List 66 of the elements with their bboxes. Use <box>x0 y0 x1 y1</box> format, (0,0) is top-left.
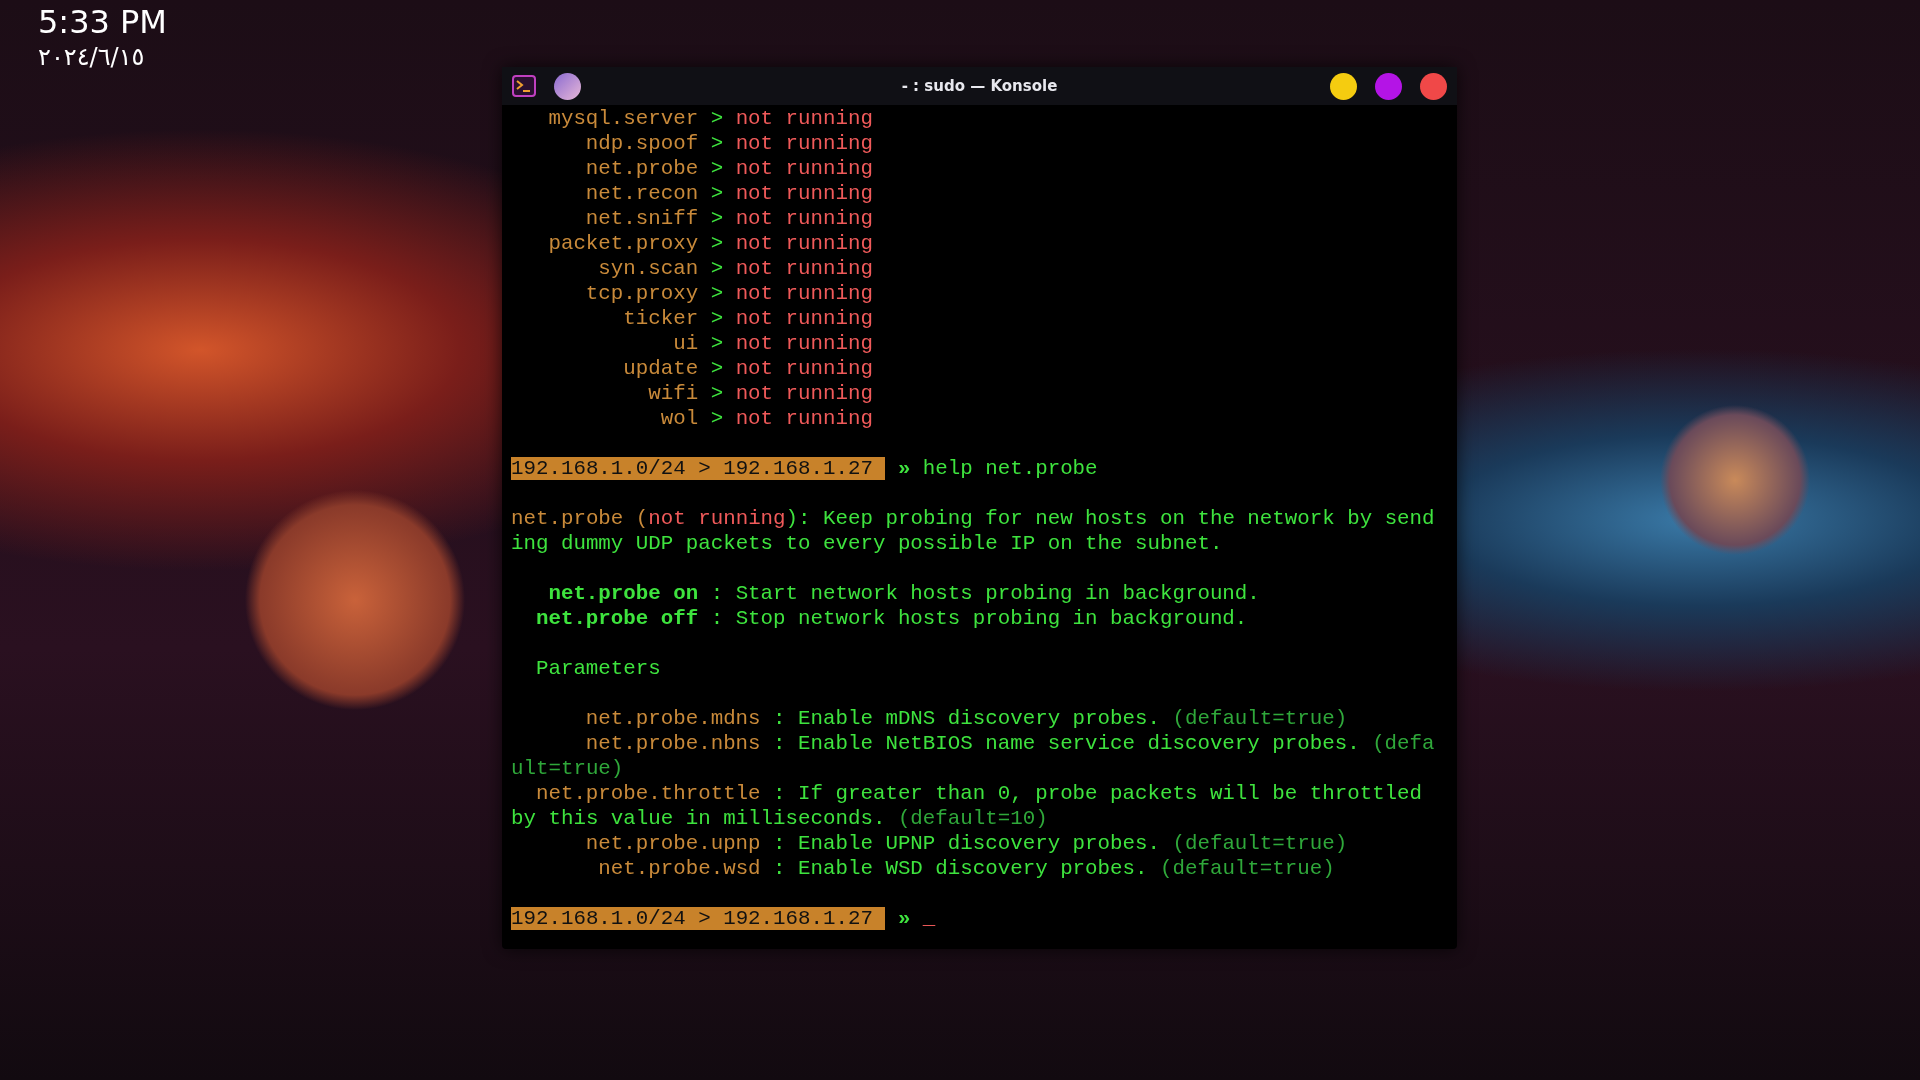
parameter-help-text: net.probe.throttle : If greater than 0, probe packets will be throttled by this value in milliseconds. (default=10) <box>511 781 1424 831</box>
module-name: net.sniff <box>584 206 699 231</box>
prompt-badge: 192.168.1.0/24 > 192.168.1.27 <box>511 457 886 480</box>
parameter-help-text: net.probe.wsd : Enable WSD discovery probes. (default=true) <box>597 856 1336 881</box>
status-text: not running <box>735 257 873 280</box>
section-heading: Parameters <box>534 657 661 680</box>
separator: > <box>710 257 724 280</box>
module-name: wifi <box>647 381 699 406</box>
maximize-button[interactable] <box>1375 72 1402 100</box>
status-text: not running <box>735 157 873 180</box>
separator: > <box>710 132 724 155</box>
separator: : <box>710 607 724 630</box>
prompt-symbol: » <box>897 457 911 480</box>
status-text: not running <box>735 407 873 430</box>
status-text: not running <box>735 307 873 330</box>
close-button[interactable] <box>1420 72 1447 100</box>
status-text: not running <box>735 182 873 205</box>
separator: > <box>710 182 724 205</box>
separator: : <box>710 582 724 605</box>
module-name: tcp.proxy <box>584 281 699 306</box>
clock-date: ٢٠٢٤/٦/١٥ <box>38 42 146 72</box>
separator: > <box>710 407 724 430</box>
help-text: net.probe (not running): Keep probing for new hosts on the network by sending dummy UDP packets to every possible IP on the subnet. <box>511 506 1436 556</box>
module-name: net.recon <box>584 181 699 206</box>
command-name: net.probe on <box>547 581 699 606</box>
module-name: packet.proxy <box>547 231 699 256</box>
module-name: mysql.server <box>547 106 699 131</box>
module-name: wol <box>659 406 699 431</box>
separator: > <box>710 382 724 405</box>
status-text: not running <box>735 232 873 255</box>
prompt-badge: 192.168.1.0/24 > 192.168.1.27 <box>511 907 886 930</box>
parameter-help-text: net.probe.mdns : Enable mDNS discovery probes. (default=true) <box>584 706 1349 731</box>
cursor: _ <box>922 907 936 930</box>
minimize-button[interactable] <box>1330 72 1357 100</box>
clock-time: 5:33 PM <box>38 2 167 42</box>
module-name: ui <box>672 331 699 356</box>
module-name: net.probe <box>584 156 699 181</box>
status-text: not running <box>735 357 873 380</box>
terminal-icon[interactable] <box>512 75 536 97</box>
pin-button[interactable] <box>554 72 581 100</box>
status-text: not running <box>735 107 873 130</box>
status-text: not running <box>735 132 873 155</box>
module-name: ndp.spoof <box>584 131 699 156</box>
separator: > <box>710 232 724 255</box>
description-text: Start network hosts probing in background. <box>735 582 1260 605</box>
separator: > <box>710 332 724 355</box>
command-text: help net.probe <box>922 457 1098 480</box>
status-text: not running <box>735 207 873 230</box>
parameter-help-text: net.probe.upnp : Enable UPNP discovery probes. (default=true) <box>584 831 1349 856</box>
status-text: not running <box>735 382 873 405</box>
module-name: update <box>622 356 699 381</box>
separator: > <box>710 282 724 305</box>
module-name: syn.scan <box>597 256 699 281</box>
separator: > <box>710 107 724 130</box>
prompt-symbol: » <box>897 907 911 930</box>
module-name: ticker <box>622 306 699 331</box>
status-text: not running <box>735 332 873 355</box>
window-title: - : sudo — Konsole <box>901 76 1058 95</box>
description-text: Stop network hosts probing in background. <box>735 607 1248 630</box>
separator: > <box>710 357 724 380</box>
parameter-help-text: net.probe.nbns : Enable NetBIOS name service discovery probes. (default=true) <box>511 731 1436 781</box>
separator: > <box>710 207 724 230</box>
separator: > <box>710 307 724 330</box>
status-text: not running <box>735 282 873 305</box>
separator: > <box>710 157 724 180</box>
command-name: net.probe off <box>534 606 699 631</box>
